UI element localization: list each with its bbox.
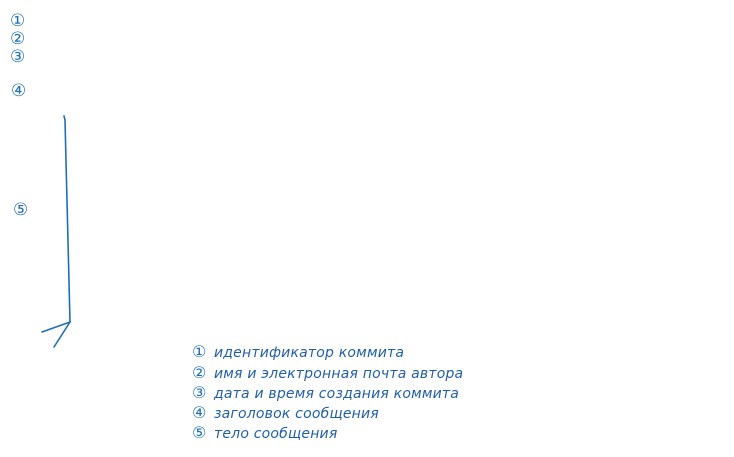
arrow-head-left [41, 321, 71, 333]
legend-item-body: ⑤ тело сообщения [192, 423, 337, 442]
legend-text: дата и время создания коммита [214, 386, 460, 402]
legend-number: ③ [192, 383, 207, 402]
legend-text: имя и электронная почта автора [214, 366, 464, 382]
bracket-line [63, 115, 71, 323]
legend-number: ① [192, 342, 207, 361]
arrow-head-down [53, 321, 71, 348]
legend-number: ⑤ [192, 423, 207, 442]
legend-item-author: ② имя и электронная почта автора [192, 363, 463, 382]
legend-text: идентификатор коммита [214, 345, 405, 361]
legend-number: ② [192, 363, 207, 382]
legend-number: ④ [192, 403, 207, 422]
legend-item-title: ④ заголовок сообщения [192, 403, 379, 422]
legend-text: тело сообщения [214, 426, 338, 442]
legend-item-date: ③ дата и время создания коммита [192, 383, 459, 402]
legend-item-commit-id: ① идентификатор коммита [192, 342, 404, 361]
legend-text: заголовок сообщения [214, 406, 379, 422]
